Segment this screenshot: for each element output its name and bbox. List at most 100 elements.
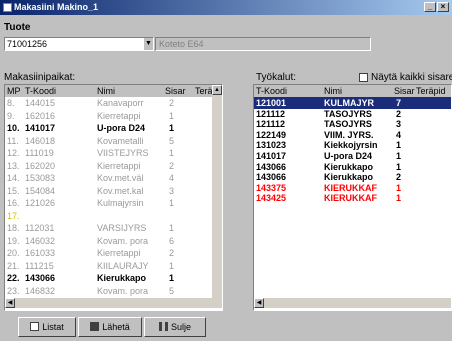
cell-mp: 21. [7, 260, 20, 271]
title-bar: Makasiini Makino_1 _ × [0, 0, 452, 15]
laheta-button[interactable]: Lähetä [78, 317, 142, 337]
close-button[interactable]: × [437, 2, 449, 12]
grid-header: T-Koodi Nimi Sisar Teräpid [254, 85, 451, 97]
minimize-button[interactable]: _ [424, 2, 436, 12]
cell-nimi: U-pora D24 [97, 123, 146, 133]
cell-sisar: 3 [169, 185, 175, 196]
left-vertical-scrollbar[interactable]: ▲ [212, 85, 222, 298]
cell-nimi: KIILAURAJY [97, 260, 149, 271]
col-nimi[interactable]: Nimi [97, 85, 115, 97]
cell-tkoodi: 146032 [25, 235, 56, 246]
cell-mp: 17. [7, 210, 20, 221]
send-icon [90, 322, 100, 331]
cell-nimi: KIERUKKAF [324, 193, 377, 204]
cell-nimi: Kierretappi [97, 248, 141, 258]
table-row[interactable]: 11. 146018 Kovametalli 5 [5, 135, 212, 147]
table-row[interactable]: 8. 144015 Kanavaporr 2 [5, 97, 212, 109]
makasiinipaikat-label: Makasiinipaikat: [4, 72, 76, 83]
col-mp[interactable]: MP [7, 85, 21, 97]
cell-sisar: 4 [169, 173, 175, 183]
cell-mp: 19. [7, 235, 20, 246]
cell-mp: 10. [7, 123, 20, 133]
app-icon [3, 3, 12, 12]
cell-tkoodi: 144015 [25, 98, 56, 108]
col-tkoodi[interactable]: T-Koodi [25, 85, 56, 97]
col-tkoodi[interactable]: T-Koodi [256, 85, 287, 97]
cell-nimi: Kierukkapo [97, 273, 147, 283]
chevron-down-icon[interactable]: ▼ [143, 38, 153, 50]
cell-nimi: Kov.met.väl [97, 173, 144, 183]
tuote-value: 71001256 [7, 39, 48, 49]
listat-button[interactable]: Listat [18, 317, 76, 337]
cell-sisar: 1 [169, 273, 175, 283]
tyokalut-grid[interactable]: T-Koodi Nimi Sisar Teräpid 121001 KULMAJY… [253, 84, 452, 311]
cell-mp: 18. [7, 223, 20, 233]
cell-sisar: 1 [396, 193, 402, 204]
cell-mp: 20. [7, 248, 20, 258]
cell-sisar: 1 [169, 223, 175, 233]
sulje-button[interactable]: Sulje [144, 317, 206, 337]
cell-tkoodi: 141017 [25, 123, 56, 133]
table-row[interactable]: 19. 146032 Kovam. pora 6 [5, 235, 212, 247]
cell-tkoodi: 146018 [25, 135, 56, 146]
cell-tkoodi: 143066 [25, 273, 56, 283]
table-row[interactable]: 143425 KIERUKKAF 1 [254, 192, 451, 204]
cell-nimi: Kierretappi [97, 110, 141, 121]
cell-mp: 9. [7, 110, 15, 121]
cell-sisar: 2 [169, 160, 175, 171]
cell-nimi: Kovametalli [97, 135, 144, 146]
door-icon [158, 322, 168, 331]
left-horizontal-scrollbar[interactable]: ◀ [5, 298, 222, 308]
table-row[interactable]: 22. 143066 Kierukkapo 1 [5, 272, 212, 284]
cell-mp: 15. [7, 185, 20, 196]
col-terapid[interactable]: Teräpid [416, 85, 446, 97]
table-row[interactable]: 23. 146832 Kovam. pora 5 [5, 285, 212, 297]
nayta-kaikki-label: Näytä kaikki sisaret [371, 72, 452, 83]
col-nimi[interactable]: Nimi [324, 85, 342, 97]
cell-tkoodi: 161033 [25, 248, 56, 258]
table-row[interactable]: 9. 162016 Kierretappi 1 [5, 110, 212, 122]
cell-tkoodi: 153083 [25, 173, 56, 183]
cell-mp: 14. [7, 173, 20, 183]
cell-sisar: 2 [169, 248, 175, 258]
document-icon [30, 322, 40, 331]
col-sisar[interactable]: Sisar [165, 85, 186, 97]
cell-nimi: Kovam. pora [97, 285, 149, 296]
table-row[interactable]: 18. 112031 VARSIJYRS 1 [5, 222, 212, 234]
nayta-kaikki-checkbox[interactable] [359, 73, 368, 82]
table-row[interactable]: 17. [5, 210, 212, 222]
tuote-label: Tuote [4, 22, 31, 33]
cell-nimi: Kierretappi [97, 160, 141, 171]
cell-sisar: 1 [169, 260, 175, 271]
cell-tkoodi: 111215 [25, 260, 54, 271]
scroll-left-icon[interactable]: ◀ [254, 298, 264, 308]
cell-sisar: 1 [169, 123, 175, 133]
cell-nimi: Kov.met.kal [97, 185, 144, 196]
cell-sisar: 1 [169, 198, 175, 208]
table-row[interactable]: 20. 161033 Kierretappi 2 [5, 247, 212, 259]
cell-nimi: Kovam. pora [97, 235, 149, 246]
table-row[interactable]: 10. 141017 U-pora D24 1 [5, 122, 212, 134]
right-horizontal-scrollbar[interactable]: ◀ [254, 298, 451, 308]
cell-mp: 22. [7, 273, 20, 283]
cell-tkoodi: 111019 [25, 148, 54, 158]
table-row[interactable]: 13. 162020 Kierretappi 2 [5, 160, 212, 172]
col-sisar[interactable]: Sisar [394, 85, 415, 97]
table-row[interactable]: 21. 111215 KIILAURAJY 1 [5, 260, 212, 272]
table-row[interactable]: 16. 121026 Kulmajyrsin 1 [5, 197, 212, 209]
cell-mp: 8. [7, 98, 15, 108]
grid-header: MP T-Koodi Nimi Sisar Terä [5, 85, 213, 97]
table-row[interactable]: 12. 111019 VIISTEJYRS 1 [5, 147, 212, 159]
cell-sisar: 2 [169, 98, 175, 108]
makasiinipaikat-grid[interactable]: MP T-Koodi Nimi Sisar Terä 8. 144015 Kanav… [4, 84, 223, 311]
table-row[interactable]: 14. 153083 Kov.met.väl 4 [5, 172, 212, 184]
cell-mp: 23. [7, 285, 20, 296]
tuote-combo[interactable]: 71001256 ▼ [4, 37, 154, 51]
table-row[interactable]: 15. 154084 Kov.met.kal 3 [5, 185, 212, 197]
cell-tkoodi: 121026 [25, 198, 56, 208]
col-tera[interactable]: Terä [195, 85, 213, 97]
cell-tkoodi: 162016 [25, 110, 56, 121]
scroll-left-icon[interactable]: ◀ [5, 298, 15, 308]
cell-sisar: 1 [169, 148, 175, 158]
scroll-up-icon[interactable]: ▲ [212, 85, 222, 95]
